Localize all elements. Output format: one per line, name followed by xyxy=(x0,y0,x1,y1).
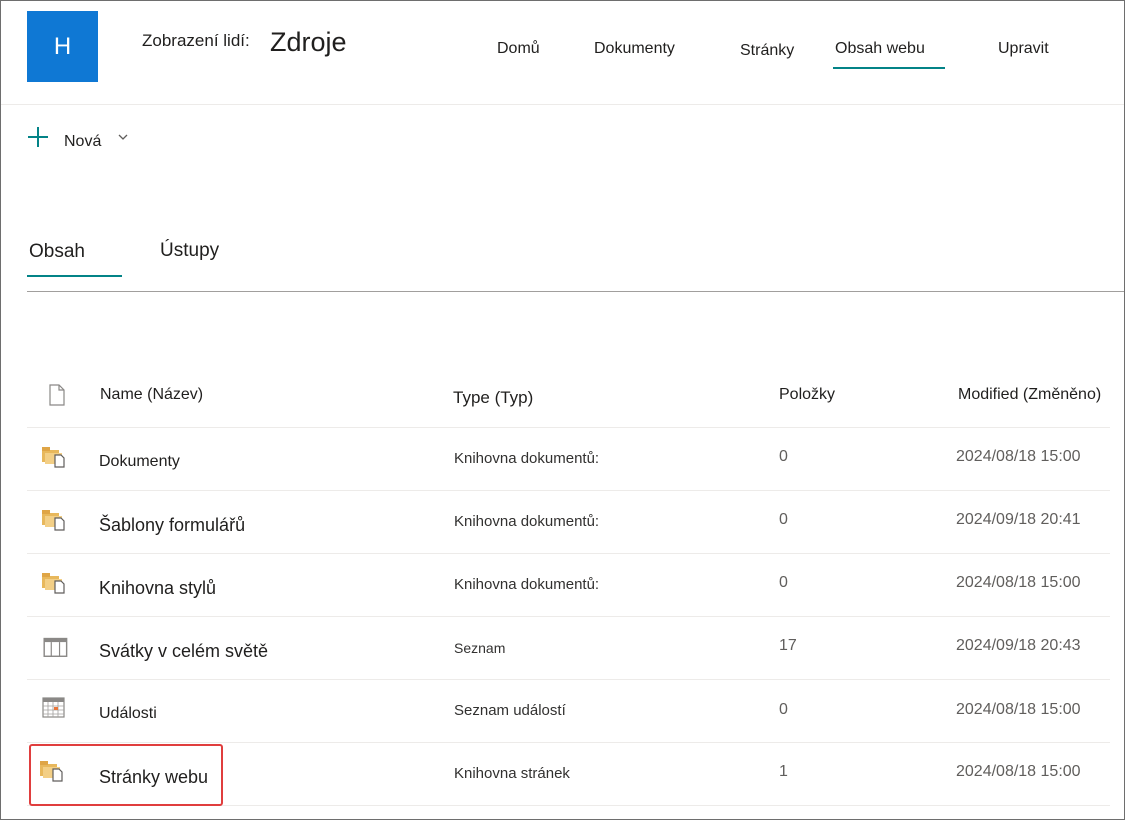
table-row[interactable]: Události Seznam událostí 0 2024/08/18 15… xyxy=(27,680,1110,743)
tab-contents[interactable]: Obsah xyxy=(27,241,122,277)
row-items: 17 xyxy=(779,637,797,654)
plus-icon xyxy=(27,126,49,148)
row-name[interactable]: Události xyxy=(99,705,157,723)
tab-subsites[interactable]: Ústupy xyxy=(160,240,219,262)
new-button-label: Nová xyxy=(64,133,102,150)
row-modified: 2024/09/18 20:43 xyxy=(956,637,1081,654)
row-modified: 2024/08/18 15:00 xyxy=(956,763,1081,780)
new-button[interactable]: Nová xyxy=(27,126,128,150)
document-library-icon xyxy=(42,510,65,531)
highlight-callout xyxy=(29,744,223,806)
document-library-icon xyxy=(42,573,65,594)
row-modified: 2024/08/18 15:00 xyxy=(956,574,1081,591)
table-row[interactable]: Svátky v celém světě Seznam 17 2024/09/1… xyxy=(27,617,1110,680)
column-header-type[interactable]: Type (Typ) xyxy=(453,388,533,408)
row-type: Seznam událostí xyxy=(454,702,566,719)
row-type: Seznam xyxy=(454,640,506,656)
row-modified: 2024/08/18 15:00 xyxy=(956,701,1081,718)
column-header-name[interactable]: Name (Název) xyxy=(100,386,203,404)
row-modified: 2024/08/18 15:00 xyxy=(956,448,1081,465)
row-modified: 2024/09/18 20:41 xyxy=(956,511,1081,528)
row-items: 0 xyxy=(779,448,788,465)
row-name[interactable]: Knihovna stylů xyxy=(99,578,216,599)
nav-documents[interactable]: Dokumenty xyxy=(594,40,675,58)
row-items: 0 xyxy=(779,701,788,718)
site-title[interactable]: Zdroje xyxy=(270,27,347,58)
nav-edit[interactable]: Upravit xyxy=(998,40,1049,58)
row-items: 0 xyxy=(779,574,788,591)
column-header-items[interactable]: Položky xyxy=(779,386,835,404)
table-row[interactable]: Dokumenty Knihovna dokumentů: 0 2024/08/… xyxy=(27,428,1110,491)
row-name[interactable]: Dokumenty xyxy=(99,453,180,471)
row-type: Knihovna stránek xyxy=(454,765,570,782)
row-type: Knihovna dokumentů: xyxy=(454,576,600,593)
calendar-icon xyxy=(42,697,65,718)
row-name[interactable]: Šablony formulářů xyxy=(99,515,245,536)
nav-pages[interactable]: Stránky xyxy=(740,42,794,60)
header-divider xyxy=(1,104,1124,105)
list-icon xyxy=(43,637,68,657)
table-row[interactable]: Knihovna stylů Knihovna dokumentů: 0 202… xyxy=(27,554,1110,617)
site-logo[interactable]: H xyxy=(27,11,98,82)
row-items: 0 xyxy=(779,511,788,528)
row-type: Knihovna dokumentů: xyxy=(454,450,600,467)
nav-site-contents[interactable]: Obsah webu xyxy=(833,40,945,69)
row-name[interactable]: Svátky v celém světě xyxy=(99,641,268,662)
nav-home[interactable]: Domů xyxy=(497,40,540,58)
tabs-divider xyxy=(27,291,1124,292)
column-header-modified[interactable]: Modified (Změněno) xyxy=(958,386,1101,404)
row-type: Knihovna dokumentů: xyxy=(454,513,600,530)
site-prefix: Zobrazení lidí: xyxy=(142,31,250,50)
document-library-icon xyxy=(42,447,65,468)
chevron-down-icon xyxy=(118,134,128,140)
row-items: 1 xyxy=(779,763,788,780)
file-type-icon xyxy=(49,384,65,406)
table-row[interactable]: Šablony formulářů Knihovna dokumentů: 0 … xyxy=(27,491,1110,554)
